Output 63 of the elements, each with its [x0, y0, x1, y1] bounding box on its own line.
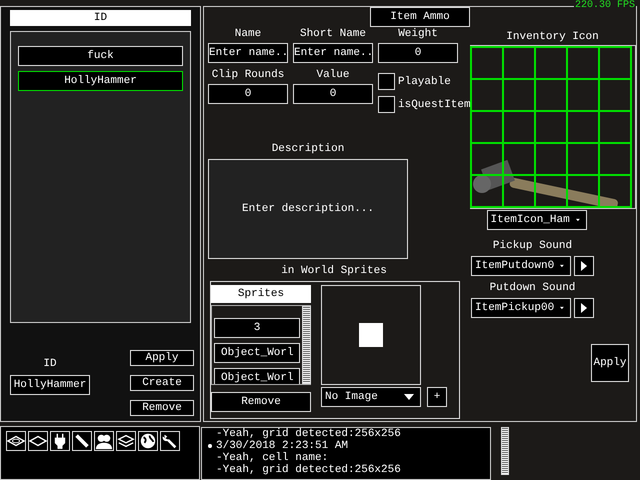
- sprite-thumbnail: [359, 323, 383, 347]
- sprite-list-item[interactable]: Object_Worl: [214, 343, 300, 363]
- id-list-item[interactable]: HollyHammer: [18, 71, 183, 91]
- sound-dropdown[interactable]: ItemPutdown0: [471, 256, 571, 276]
- input-field[interactable]: 0: [208, 84, 288, 104]
- icon-dropdown[interactable]: ItemIcon_Ham: [486, 210, 586, 230]
- sound-label: Putdown Sound: [490, 282, 576, 294]
- wrench-icon[interactable]: [160, 431, 180, 451]
- checkbox[interactable]: [378, 73, 395, 90]
- sprites-tab[interactable]: Sprites: [211, 285, 311, 303]
- id-input-field[interactable]: HollyHammer: [10, 375, 90, 395]
- id-label: ID: [43, 358, 57, 370]
- log-line: 3/30/2018 2:23:51 AM: [216, 440, 348, 452]
- sprite-list-item[interactable]: 3: [214, 318, 300, 338]
- panel-button[interactable]: Apply: [130, 350, 194, 366]
- caret-icon: [560, 305, 564, 311]
- panel-button[interactable]: Remove: [130, 400, 194, 416]
- input-field[interactable]: 0: [293, 84, 373, 104]
- input-field[interactable]: Enter name..: [293, 43, 373, 63]
- checkbox[interactable]: [378, 96, 395, 113]
- field-label: Clip Rounds: [210, 69, 286, 81]
- checkbox-label: Playable: [398, 76, 451, 88]
- bullet-icon: [208, 444, 212, 448]
- id-list-item[interactable]: fuck: [18, 46, 183, 66]
- field-label: Value: [315, 69, 350, 81]
- people-icon[interactable]: [94, 431, 114, 451]
- eye-icon[interactable]: [6, 431, 26, 451]
- field-label: Weight: [397, 28, 439, 40]
- play-button[interactable]: [574, 256, 594, 276]
- item-type-button[interactable]: Item Ammo: [370, 7, 470, 27]
- plug-icon[interactable]: [50, 431, 70, 451]
- caret-icon: [576, 217, 580, 223]
- field-label: Short Name: [298, 28, 367, 40]
- scrollbar[interactable]: [302, 306, 311, 384]
- caret-icon: [560, 263, 564, 269]
- log-line: -Yeah, cell name:: [216, 452, 328, 464]
- log-line: -Yeah, grid detected:256x256: [216, 464, 401, 476]
- input-field[interactable]: Enter name..: [208, 43, 288, 63]
- input-field[interactable]: 0: [378, 43, 458, 63]
- globe-icon[interactable]: [138, 431, 158, 451]
- checkbox-label: isQuestItem: [398, 98, 471, 110]
- sprites-label: in World Sprites: [280, 265, 388, 277]
- panel-button[interactable]: Create: [130, 375, 194, 391]
- description-field[interactable]: Enter description...: [208, 159, 408, 259]
- scrollbar[interactable]: [501, 427, 509, 475]
- sound-dropdown[interactable]: ItemPickup00: [471, 298, 571, 318]
- add-button[interactable]: +: [427, 387, 447, 407]
- layers-icon[interactable]: [116, 431, 136, 451]
- play-icon: [581, 261, 587, 271]
- inventory-icon-label: Inventory Icon: [506, 31, 599, 43]
- play-button[interactable]: [574, 298, 594, 318]
- sprite-list-item[interactable]: Object_Worl: [214, 368, 300, 384]
- field-label: Name: [234, 28, 262, 40]
- log-line: -Yeah, grid detected:256x256: [216, 428, 401, 440]
- sound-label: Pickup Sound: [492, 240, 572, 252]
- caret-icon: [404, 394, 414, 400]
- remove-button[interactable]: Remove: [211, 392, 311, 412]
- description-label: Description: [270, 143, 346, 155]
- play-icon: [581, 303, 587, 313]
- apply-button[interactable]: Apply: [591, 344, 629, 382]
- panel-title: ID: [10, 10, 191, 26]
- pencil-icon[interactable]: [72, 431, 92, 451]
- image-dropdown[interactable]: No Image: [321, 387, 421, 407]
